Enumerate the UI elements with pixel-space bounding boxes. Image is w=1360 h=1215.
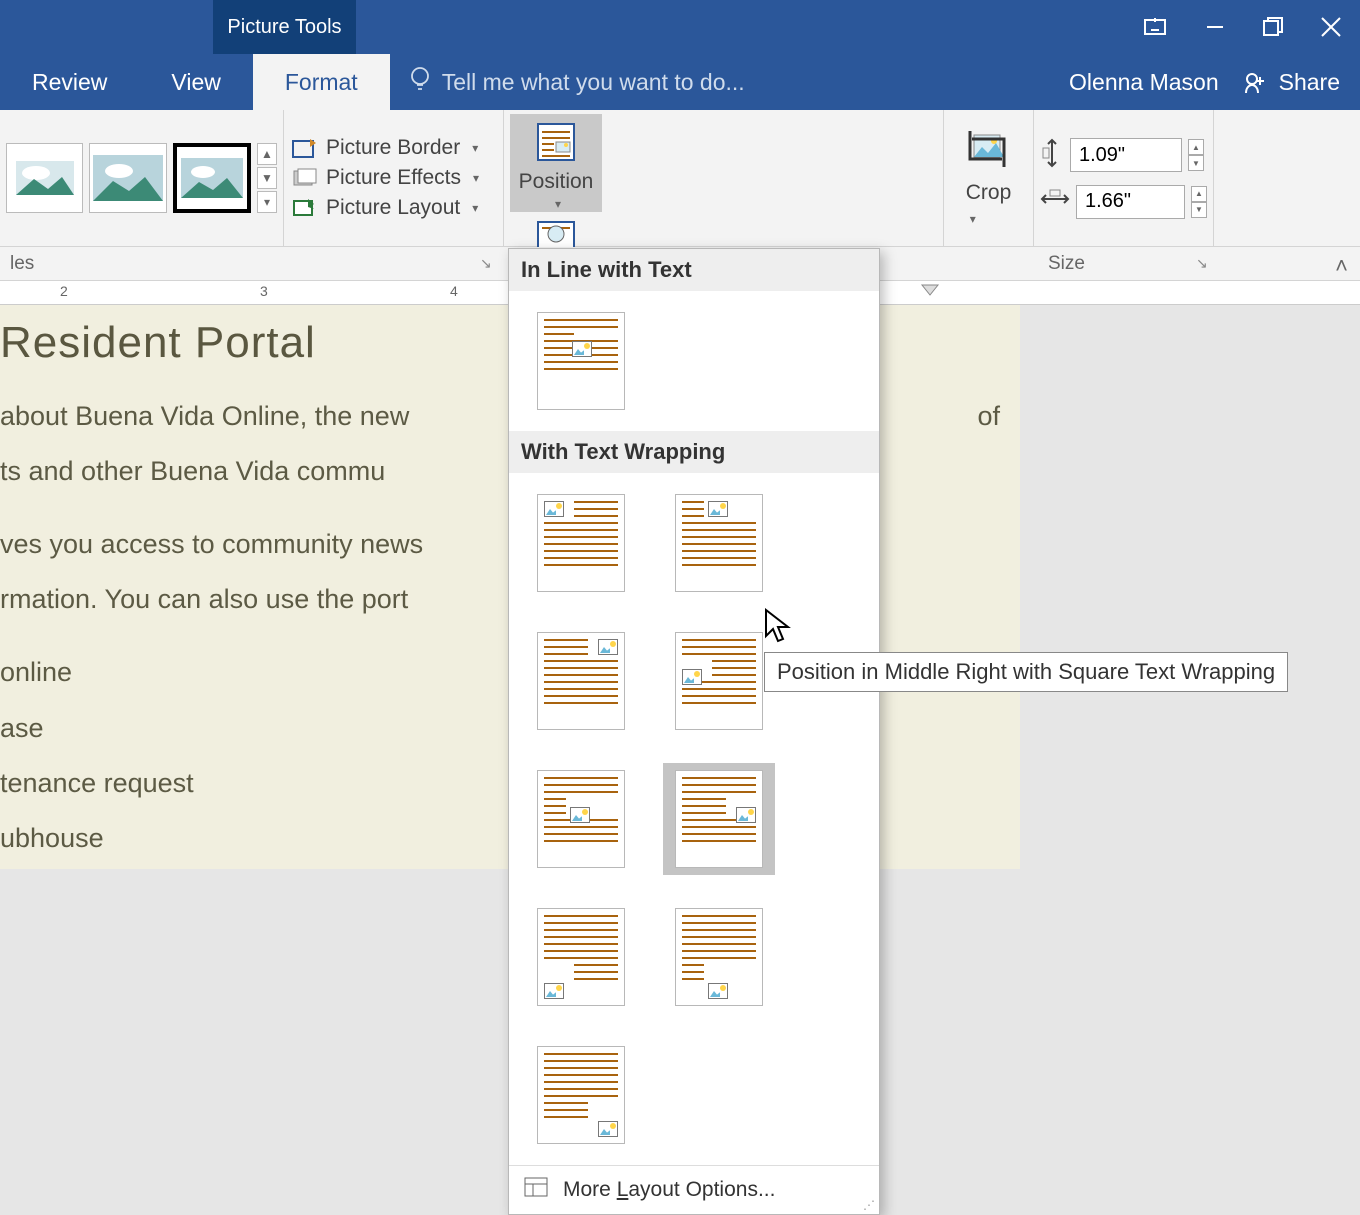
- position-middle-left[interactable]: [675, 632, 763, 730]
- picture-effects-icon: [292, 167, 318, 189]
- picture-layout-icon: [292, 197, 318, 219]
- position-icon: [532, 122, 580, 166]
- height-input[interactable]: 1.09": [1070, 138, 1182, 172]
- picture-effects-button[interactable]: Picture Effects ▾: [292, 166, 497, 190]
- inline-section-header: In Line with Text: [509, 249, 879, 291]
- ribbon-tab-bar: Review View Format Tell me what you want…: [0, 54, 1360, 110]
- ruler-mark-4: 4: [450, 283, 458, 299]
- size-dialog-launcher[interactable]: ↘: [1196, 255, 1352, 272]
- size-group: 1.09" ▲▼ 1.66" ▲▼: [1034, 110, 1214, 246]
- doc-text: of: [977, 397, 1020, 436]
- picture-style-3-selected[interactable]: [173, 143, 251, 213]
- position-bottom-left[interactable]: [537, 908, 625, 1006]
- tell-me-placeholder: Tell me what you want to do...: [442, 69, 745, 96]
- size-group-label: Size: [1048, 253, 1085, 275]
- ribbon-display-options-button[interactable]: [1128, 0, 1186, 54]
- title-bar: Picture Tools: [0, 0, 1360, 54]
- picture-border-label: Picture Border: [326, 136, 460, 160]
- height-increment[interactable]: ▲: [1188, 139, 1204, 155]
- crop-button[interactable]: Crop ▾: [966, 181, 1012, 229]
- more-layout-label: More Layout Options...: [563, 1178, 775, 1202]
- styles-scroll-up[interactable]: ▲: [257, 143, 277, 165]
- ruler-mark-3: 3: [260, 283, 268, 299]
- chevron-down-icon: ▾: [555, 198, 561, 212]
- chevron-down-icon: ▾: [472, 201, 478, 215]
- width-icon: [1040, 187, 1070, 216]
- styles-group-label: les: [10, 253, 34, 275]
- tab-review[interactable]: Review: [0, 54, 139, 110]
- position-inline-option[interactable]: [537, 312, 625, 410]
- height-decrement[interactable]: ▼: [1188, 155, 1204, 171]
- close-button[interactable]: [1302, 0, 1360, 54]
- mouse-cursor-icon: [764, 608, 794, 649]
- position-dropdown-menu: In Line with Text With Text Wrapping Mor…: [508, 248, 880, 1215]
- styles-more[interactable]: ▾: [257, 191, 277, 213]
- ruler-mark-2: 2: [60, 283, 68, 299]
- picture-adjust-group: Picture Border ▾ Picture Effects ▾ Picture…: [284, 110, 504, 246]
- doc-text: about Buena Vida Online, the new: [0, 401, 409, 431]
- arrange-group: Position ▾ Wrap Text▾ Bring Forward▾ Sen…: [504, 110, 944, 246]
- more-layout-options[interactable]: More Layout Options... ⋰: [509, 1165, 879, 1214]
- wrapping-section-header: With Text Wrapping: [509, 431, 879, 473]
- ribbon: ▲ ▼ ▾ Picture Border ▾ Picture Effects ▾ P…: [0, 110, 1360, 247]
- user-name[interactable]: Olenna Mason: [1069, 69, 1219, 96]
- crop-icon: [964, 127, 1014, 177]
- width-input[interactable]: 1.66": [1076, 185, 1185, 219]
- position-top-center[interactable]: [675, 494, 763, 592]
- contextual-tab-label: Picture Tools: [213, 0, 356, 54]
- minimize-button[interactable]: [1186, 0, 1244, 54]
- picture-style-1[interactable]: [6, 143, 83, 213]
- picture-styles-group: ▲ ▼ ▾: [0, 110, 284, 246]
- tab-format[interactable]: Format: [253, 54, 390, 110]
- styles-scroll-down[interactable]: ▼: [257, 167, 277, 189]
- resize-grip-icon[interactable]: ⋰: [863, 1198, 875, 1212]
- position-middle-right[interactable]: [675, 770, 763, 868]
- position-label: Position: [519, 170, 594, 194]
- collapse-ribbon-button[interactable]: ˄: [1335, 253, 1348, 279]
- picture-layout-label: Picture Layout: [326, 196, 460, 220]
- picture-border-icon: [292, 137, 318, 159]
- tab-view[interactable]: View: [139, 54, 252, 110]
- crop-label: Crop: [966, 181, 1012, 204]
- picture-border-button[interactable]: Picture Border ▾: [292, 136, 497, 160]
- chevron-down-icon: ▾: [473, 171, 479, 185]
- chevron-down-icon: ▾: [970, 212, 976, 226]
- position-middle-center[interactable]: [537, 770, 625, 868]
- position-button[interactable]: Position ▾: [510, 114, 602, 212]
- position-top-right[interactable]: [537, 632, 625, 730]
- lightbulb-icon: [408, 65, 432, 99]
- share-label: Share: [1279, 69, 1340, 96]
- crop-group: Crop ▾: [944, 110, 1034, 246]
- position-top-left[interactable]: [537, 494, 625, 592]
- width-decrement[interactable]: ▼: [1191, 202, 1207, 218]
- picture-effects-label: Picture Effects: [326, 166, 461, 190]
- chevron-down-icon: ▾: [472, 141, 478, 155]
- width-increment[interactable]: ▲: [1191, 186, 1207, 202]
- height-icon: [1040, 138, 1064, 173]
- indent-marker-icon[interactable]: [920, 283, 940, 303]
- position-bottom-center[interactable]: [675, 908, 763, 1006]
- picture-style-2[interactable]: [89, 143, 166, 213]
- position-bottom-right[interactable]: [537, 1046, 625, 1144]
- layout-options-icon: [523, 1176, 549, 1204]
- position-tooltip: Position in Middle Right with Square Tex…: [764, 652, 1288, 692]
- picture-layout-button[interactable]: Picture Layout ▾: [292, 196, 497, 220]
- share-button[interactable]: Share: [1241, 67, 1340, 97]
- tell-me-search[interactable]: Tell me what you want to do...: [390, 54, 1069, 110]
- maximize-button[interactable]: [1244, 0, 1302, 54]
